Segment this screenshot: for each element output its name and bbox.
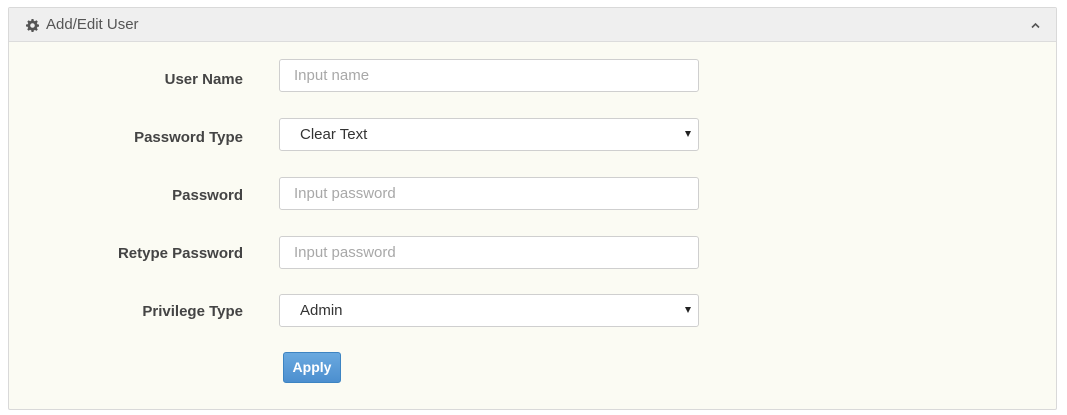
password-label: Password xyxy=(172,187,243,204)
retype-password-input[interactable] xyxy=(279,236,699,269)
privilege-type-selected-value: Admin xyxy=(300,302,343,319)
panel-header: Add/Edit User xyxy=(9,8,1056,42)
dropdown-arrow-icon xyxy=(685,307,691,313)
password-type-selected-value: Clear Text xyxy=(300,126,368,143)
chevron-up-icon[interactable] xyxy=(1029,19,1042,32)
user-name-label: User Name xyxy=(164,71,243,88)
retype-password-label: Retype Password xyxy=(117,245,243,262)
password-input[interactable] xyxy=(279,177,699,210)
privilege-type-label: Privilege Type xyxy=(142,303,243,320)
add-edit-user-panel: Add/Edit User User Name Password Type Cl… xyxy=(8,7,1057,410)
password-type-select[interactable]: Clear Text xyxy=(279,118,699,151)
gear-icon xyxy=(26,19,40,32)
password-type-label: Password Type xyxy=(134,129,243,146)
panel-title: Add/Edit User xyxy=(46,16,139,33)
apply-button[interactable]: Apply xyxy=(283,352,341,383)
user-name-input[interactable] xyxy=(279,59,699,92)
privilege-type-select[interactable]: Admin xyxy=(279,294,699,327)
dropdown-arrow-icon xyxy=(685,131,691,137)
